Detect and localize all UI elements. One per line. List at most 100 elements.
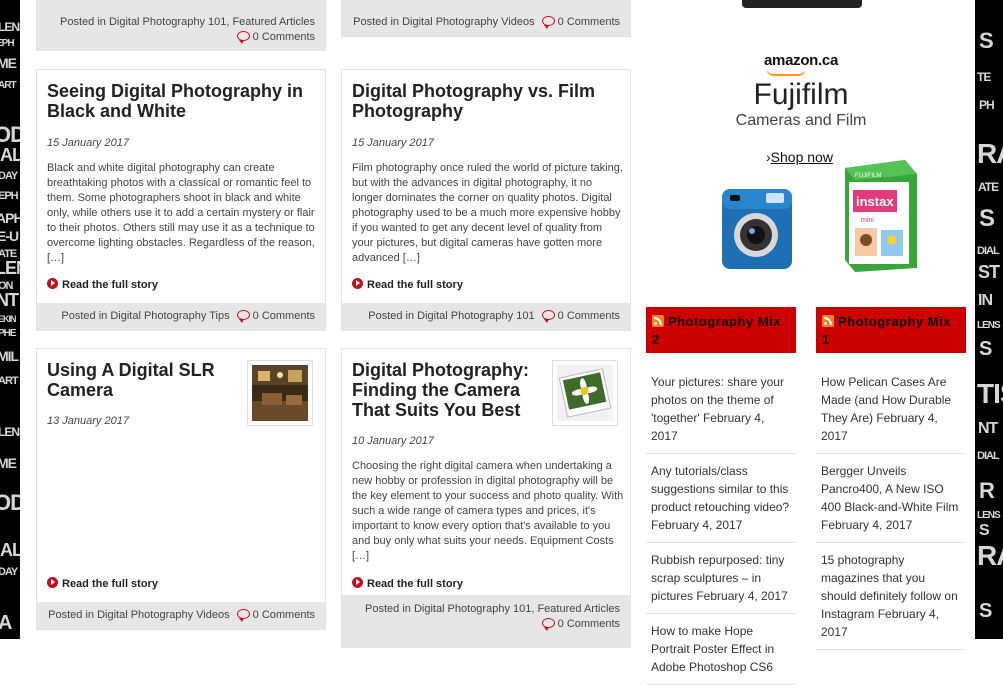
feed-item[interactable]: Your pictures: share your photos on the …: [646, 365, 796, 454]
feed-item[interactable]: How Pelican Cases Are Made (and How Dura…: [816, 365, 966, 454]
post-footer: Posted in Digital Photography 101 0 Comm…: [342, 303, 630, 330]
wall-word: ART: [0, 375, 19, 387]
post-footer: Posted in Digital Photography 101, Featu…: [342, 595, 630, 647]
wall-word: EPH: [0, 38, 15, 49]
main-content: Posted in Digital Photography 101, Featu…: [20, 0, 975, 685]
wall-word: S: [979, 28, 994, 53]
comments-link[interactable]: 0 Comments: [558, 16, 620, 28]
wall-word: DAY: [0, 170, 18, 182]
comments-link[interactable]: 0 Comments: [253, 310, 315, 322]
wall-word: S: [979, 600, 992, 622]
camera-product-image: [742, 0, 862, 8]
amazon-ad-banner[interactable]: amazon.ca Fujifilm Cameras and Film ›Sho…: [646, 0, 956, 290]
wall-word: LENS: [977, 320, 1001, 331]
feed-list: How Pelican Cases Are Made (and How Dura…: [816, 365, 966, 650]
read-more-link[interactable]: Read the full story: [352, 576, 463, 590]
post-title[interactable]: Using A Digital SLR Camera: [47, 360, 232, 400]
post-thumbnail[interactable]: [247, 360, 313, 426]
post-date: 15 January 2017: [352, 137, 434, 149]
wall-word: IN: [978, 292, 993, 309]
arrow-right-icon: [47, 577, 58, 588]
feed-widget-photography-mix-1: Photography Mix 1 How Pelican Cases Are …: [816, 307, 966, 650]
comments-link[interactable]: 0 Comments: [253, 609, 315, 621]
wall-word: S: [979, 522, 990, 539]
post-footer: Posted in Digital Photography Videos 0 C…: [342, 0, 630, 36]
wall-word: NT: [0, 290, 19, 310]
wall-word: IAL: [0, 540, 20, 560]
wall-word: EKIN: [0, 314, 16, 324]
film-box-name: instax: [856, 194, 894, 209]
wall-word: IAL: [0, 145, 20, 165]
post-excerpt: Film photography once ruled the world of…: [352, 162, 623, 264]
comments-link[interactable]: 0 Comments: [253, 31, 315, 43]
category-link[interactable]: Digital Photography 101, Featured Articl…: [414, 603, 620, 615]
category-link[interactable]: Digital Photography Videos: [402, 16, 535, 28]
read-more-link[interactable]: Read the full story: [47, 576, 158, 590]
category-link[interactable]: Digital Photography 101: [417, 310, 534, 322]
wall-word: ATE: [978, 180, 999, 194]
feed-item[interactable]: Bergger Unveils Pancro400, A New ISO 400…: [816, 454, 966, 543]
post-title[interactable]: Seeing Digital Photography in Black and …: [47, 81, 317, 121]
wall-word: APH: [0, 210, 20, 226]
comment-icon: [541, 16, 555, 29]
feed-item[interactable]: How to make Hope Portrait Poster Effect …: [646, 614, 796, 685]
wall-word: ART: [0, 80, 17, 91]
post-card: Seeing Digital Photography in Black and …: [36, 69, 326, 331]
wall-word: TIS: [977, 378, 1003, 409]
widget-header[interactable]: Photography Mix 2: [646, 307, 796, 353]
read-more-link[interactable]: Read the full story: [47, 277, 158, 291]
category-link[interactable]: Digital Photography Videos: [97, 609, 230, 621]
wall-word: ME: [0, 455, 17, 471]
post-date: 15 January 2017: [47, 137, 129, 149]
feed-item[interactable]: 15 photography magazines that you should…: [816, 543, 966, 650]
rss-icon[interactable]: [652, 315, 664, 327]
read-more-label: Read the full story: [367, 578, 463, 590]
right-decorative-wall: S TE PH RA ATE S DIAL ST IN LENS S TIS N…: [975, 0, 1003, 639]
post-card: Posted in Digital Photography Videos 0 C…: [341, 0, 631, 37]
wall-word: DAY: [0, 566, 18, 578]
arrow-right-icon: [352, 278, 363, 289]
post-excerpt: Black and white digital photography can …: [47, 162, 315, 264]
post-title[interactable]: Digital Photography vs. Film Photography: [352, 81, 622, 121]
wall-word: LEN: [0, 258, 20, 278]
feed-item[interactable]: Rubbish repurposed: tiny scrap sculpture…: [646, 543, 796, 614]
read-more-link[interactable]: Read the full story: [352, 277, 463, 291]
post-date: 13 January 2017: [47, 415, 129, 427]
category-link[interactable]: Digital Photography Tips: [110, 310, 229, 322]
wall-word: MIL: [0, 348, 19, 364]
ad-tagline: Cameras and Film: [735, 112, 867, 129]
widget-title: Photography Mix 1: [822, 314, 951, 347]
wall-word: OD: [0, 490, 20, 515]
wall-word: EPH: [0, 190, 19, 202]
film-box-sub: mini: [861, 217, 874, 224]
wall-word: A: [0, 612, 12, 634]
category-link[interactable]: Digital Photography 101, Featured Articl…: [109, 16, 315, 28]
comments-link[interactable]: 0 Comments: [558, 618, 620, 630]
wall-word: LENS: [0, 425, 20, 439]
wall-word: NT: [978, 420, 998, 437]
post-card: Posted in Digital Photography 101, Featu…: [36, 0, 326, 51]
post-thumbnail[interactable]: [552, 360, 618, 426]
comment-icon: [236, 31, 250, 44]
amazon-smile-icon: [766, 68, 806, 76]
rss-icon[interactable]: [822, 315, 834, 327]
widget-header[interactable]: Photography Mix 1: [816, 307, 966, 353]
post-title[interactable]: Digital Photography: Finding the Camera …: [352, 360, 542, 420]
post-footer: Posted in Digital Photography Videos 0 C…: [37, 602, 325, 629]
wall-word: S: [979, 205, 995, 232]
wall-word: R: [979, 478, 995, 503]
post-card: Using A Digital SLR Camera 13 January 20…: [36, 348, 326, 630]
read-more-label: Read the full story: [62, 578, 158, 590]
comment-icon: [236, 310, 250, 323]
room-interior-image: [252, 365, 308, 421]
wall-word: LENS: [977, 510, 1001, 521]
wall-word: PHE: [0, 328, 17, 339]
shop-now-link[interactable]: ›Shop now: [766, 149, 833, 165]
instax-film-box-image: FUJIFILM instax mini: [845, 160, 917, 272]
feed-widget-photography-mix-2: Photography Mix 2 Your pictures: share y…: [646, 307, 796, 685]
post-footer: Posted in Digital Photography Tips 0 Com…: [37, 303, 325, 330]
post-excerpt: Choosing the right digital camera when u…: [352, 460, 624, 562]
comments-link[interactable]: 0 Comments: [558, 310, 620, 322]
comment-icon: [236, 609, 250, 622]
feed-item[interactable]: Any tutorials/class suggestions similar …: [646, 454, 796, 543]
